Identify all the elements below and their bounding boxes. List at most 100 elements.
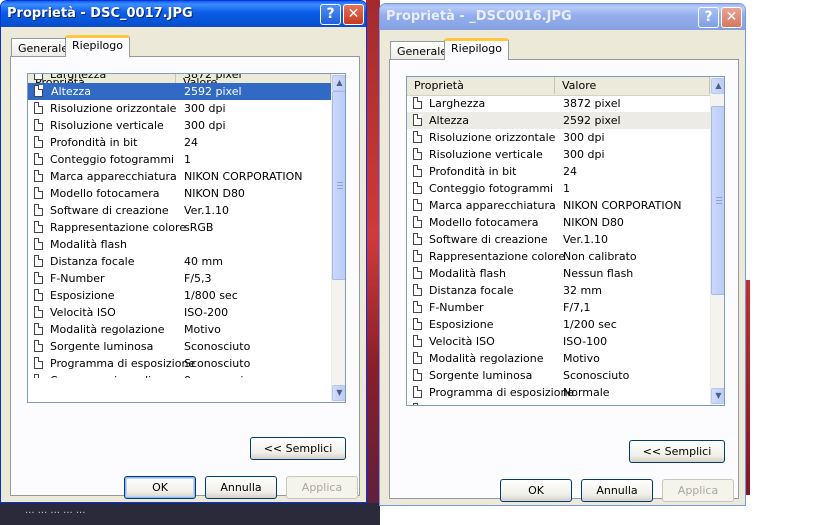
properties-list[interactable]: Proprietà Valore Larghezza3872 pixelAlte… xyxy=(27,73,346,403)
tab-riepilogo[interactable]: Riepilogo xyxy=(444,38,510,60)
list-item[interactable]: Esposizione 1/800 sec xyxy=(28,287,331,304)
list-item[interactable]: Rappresentazione colore Non calibrato xyxy=(407,248,710,265)
property-name: Rappresentazione colore xyxy=(50,221,187,234)
desktop-wallpaper-strip xyxy=(366,0,380,525)
property-name: Modello fotocamera xyxy=(50,187,160,200)
tab-label: Generale xyxy=(18,42,69,55)
list-item[interactable]: Profondità in bit 24 xyxy=(28,134,331,151)
list-item[interactable]: Velocità ISO ISO-100 xyxy=(407,333,710,350)
list-item[interactable]: Risoluzione orizzontale 300 dpi xyxy=(407,129,710,146)
properties-list[interactable]: Proprietà Valore Larghezza3872 pixelAlte… xyxy=(406,76,725,406)
list-item[interactable]: Compensazione di espo...0 passaggio xyxy=(28,372,331,378)
list-item[interactable]: Sorgente luminosa Sconosciuto xyxy=(407,367,710,384)
list-item[interactable]: Modalità flash xyxy=(28,236,331,253)
property-name: Risoluzione orizzontale xyxy=(50,102,177,115)
property-value: 1 xyxy=(184,153,191,166)
document-icon xyxy=(413,267,422,279)
tab-riepilogo[interactable]: Riepilogo xyxy=(65,35,131,57)
apply-button[interactable]: Applica xyxy=(662,479,734,502)
document-icon xyxy=(413,216,422,228)
scroll-down-button[interactable]: ▼ xyxy=(711,388,724,404)
document-icon xyxy=(413,199,422,211)
help-button[interactable]: ? xyxy=(698,7,719,28)
cancel-button[interactable]: Annulla xyxy=(581,479,653,502)
list-item[interactable]: F-Number F/7,1 xyxy=(407,299,710,316)
simple-view-button[interactable]: << Semplici xyxy=(629,440,725,463)
list-item[interactable]: Programma di esposizione Normale xyxy=(407,384,710,401)
ok-button[interactable]: OK xyxy=(500,479,572,502)
close-button[interactable]: ✕ xyxy=(343,4,364,25)
list-item[interactable]: Profondità in bit 24 xyxy=(407,163,710,180)
close-button[interactable]: ✕ xyxy=(721,7,742,28)
list-item[interactable]: Marca apparecchiatura NIKON CORPORATION xyxy=(407,197,710,214)
title-bar[interactable]: Proprietà - DSC_0017.JPG ? ✕ xyxy=(1,1,366,27)
property-value: 300 dpi xyxy=(563,131,605,144)
properties-window-dsc0016[interactable]: Proprietà - _DSC0016.JPG ? ✕ Generale Ri… xyxy=(379,3,746,506)
scroll-down-button[interactable]: ▼ xyxy=(332,385,345,401)
list-item[interactable]: Risoluzione verticale 300 dpi xyxy=(28,117,331,134)
list-item[interactable]: Velocità ISO ISO-200 xyxy=(28,304,331,321)
document-icon xyxy=(34,119,43,131)
list-item[interactable]: Altezza 2592 pixel xyxy=(407,112,710,129)
property-value: Ver.1.10 xyxy=(563,233,608,246)
list-item[interactable]: Larghezza 3872 pixel xyxy=(28,74,331,83)
list-item[interactable]: Conteggio fotogrammi 1 xyxy=(28,151,331,168)
list-item[interactable]: Modalità regolazione Motivo xyxy=(407,350,710,367)
scroll-up-icon: ▲ xyxy=(336,78,343,87)
simple-view-button[interactable]: << Semplici xyxy=(250,437,346,460)
property-value: 2592 pixel xyxy=(563,114,621,127)
list-item[interactable]: F-Number F/5,3 xyxy=(28,270,331,287)
document-icon xyxy=(34,170,43,182)
property-value: 3872 pixel xyxy=(563,97,621,110)
list-item[interactable]: Software di creazione Ver.1.10 xyxy=(407,231,710,248)
tab-label: Riepilogo xyxy=(451,42,503,55)
help-button[interactable]: ? xyxy=(320,4,341,25)
list-item[interactable]: Conteggio fotogrammi 1 xyxy=(407,180,710,197)
scroll-grip xyxy=(337,185,343,186)
list-item[interactable]: Risoluzione verticale 300 dpi xyxy=(407,146,710,163)
vertical-scrollbar[interactable]: ▲ ▼ xyxy=(331,74,345,402)
list-item[interactable]: Distanza focale 40 mm xyxy=(28,253,331,270)
property-value: Sconosciuto xyxy=(184,357,251,370)
list-item[interactable]: Modello fotocamera NIKON D80 xyxy=(28,185,331,202)
list-item[interactable]: Sorgente luminosa Sconosciuto xyxy=(28,338,331,355)
properties-window-dsc0017[interactable]: Proprietà - DSC_0017.JPG ? ✕ Generale Ri… xyxy=(0,0,367,503)
list-item[interactable]: Software di creazione Ver.1.10 xyxy=(28,202,331,219)
list-item[interactable]: Larghezza 3872 pixel xyxy=(407,95,710,112)
scroll-grip xyxy=(716,197,722,198)
tab-label: Riepilogo xyxy=(72,39,124,52)
vertical-scrollbar[interactable]: ▲ ▼ xyxy=(710,77,724,405)
property-value: NIKON D80 xyxy=(563,216,624,229)
property-value: 0 passaggio xyxy=(563,401,629,405)
list-item[interactable]: Esposizione 1/200 sec xyxy=(407,316,710,333)
list-item[interactable]: Risoluzione orizzontale 300 dpi xyxy=(28,100,331,117)
list-item[interactable]: Marca apparecchiatura NIKON CORPORATION xyxy=(28,168,331,185)
property-value: Sconosciuto xyxy=(563,369,630,382)
title-bar[interactable]: Proprietà - _DSC0016.JPG ? ✕ xyxy=(380,4,745,30)
list-item[interactable]: Programma di esposizione Sconosciuto xyxy=(28,355,331,372)
property-value: 2592 pixel xyxy=(184,85,242,98)
column-header-value[interactable]: Valore xyxy=(555,77,710,94)
property-value: F/7,1 xyxy=(563,301,591,314)
property-value: 24 xyxy=(563,165,577,178)
scroll-thumb[interactable] xyxy=(332,91,345,280)
document-icon xyxy=(413,335,422,347)
cancel-button[interactable]: Annulla xyxy=(205,476,277,499)
list-item[interactable]: Compensazione di espo...0 passaggio xyxy=(407,401,710,405)
list-item[interactable]: Distanza focale 32 mm xyxy=(407,282,710,299)
property-name: Risoluzione verticale xyxy=(429,148,543,161)
scroll-up-button[interactable]: ▲ xyxy=(711,78,724,94)
property-value: 1/800 sec xyxy=(184,289,238,302)
list-item[interactable]: Modalità regolazione Motivo xyxy=(28,321,331,338)
list-item[interactable]: Altezza 2592 pixel xyxy=(28,83,331,100)
ok-button[interactable]: OK xyxy=(124,476,196,499)
column-header-property[interactable]: Proprietà xyxy=(407,77,555,94)
scroll-up-button[interactable]: ▲ xyxy=(332,75,345,91)
property-name: Velocità ISO xyxy=(50,306,116,319)
list-item[interactable]: Modalità flash Nessun flash xyxy=(407,265,710,282)
list-item[interactable]: Modello fotocamera NIKON D80 xyxy=(407,214,710,231)
list-item[interactable]: Rappresentazione colore sRGB xyxy=(28,219,331,236)
apply-button[interactable]: Applica xyxy=(286,476,358,499)
property-value: ISO-200 xyxy=(184,306,229,319)
scroll-thumb[interactable] xyxy=(711,106,724,295)
